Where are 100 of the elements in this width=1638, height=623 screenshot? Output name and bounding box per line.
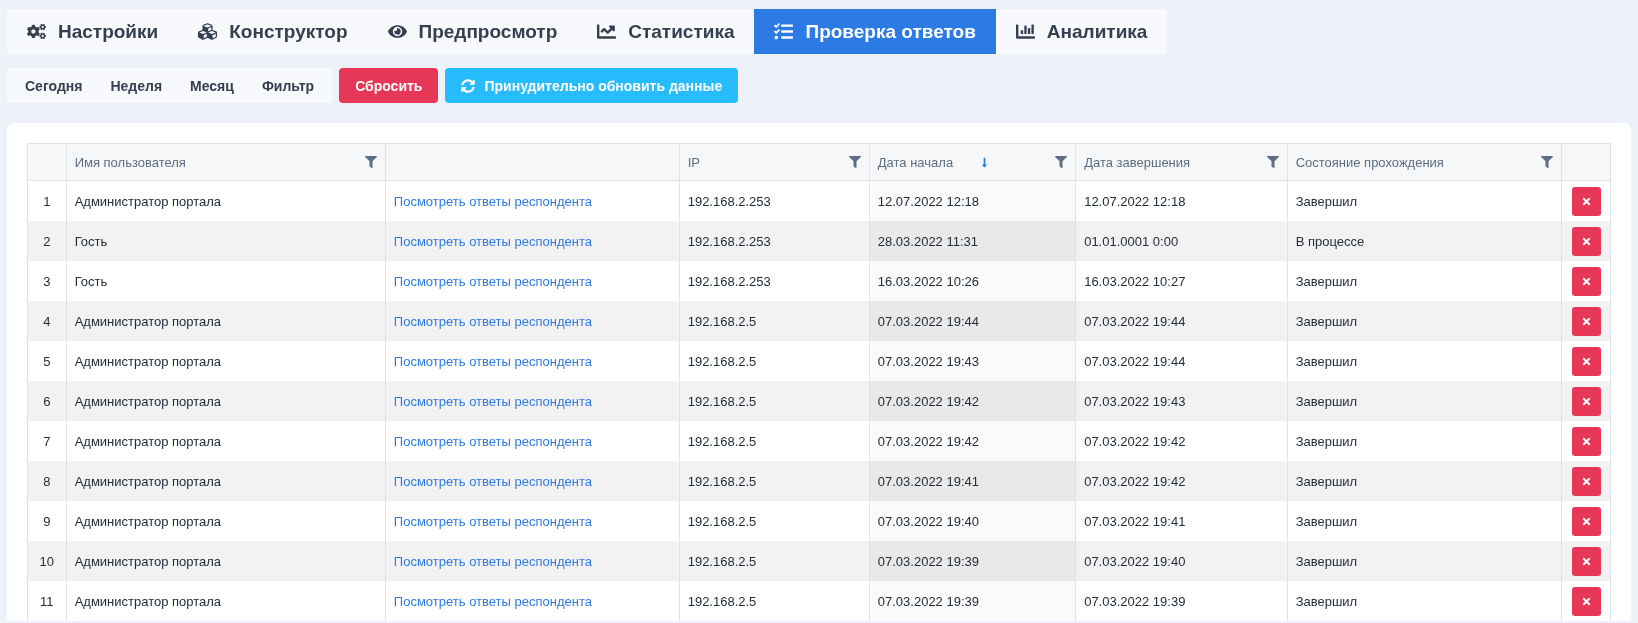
tab[interactable]: Конструктор <box>178 9 368 54</box>
view-answers-link[interactable]: Посмотреть ответы респондента <box>393 193 592 209</box>
table-cell: 07.03.2022 19:42 <box>1084 433 1186 449</box>
table-cell: 192.168.2.5 <box>687 433 757 449</box>
table-cell: 07.03.2022 19:40 <box>1084 553 1186 569</box>
period-filter-button[interactable]: Неделя <box>96 68 177 103</box>
row-number: 6 <box>43 393 51 409</box>
table-cell: 192.168.2.5 <box>687 353 757 369</box>
filter-icon[interactable] <box>1266 156 1279 168</box>
view-answers-link[interactable]: Посмотреть ответы респондента <box>393 513 592 529</box>
row-number: 2 <box>43 233 51 249</box>
column-title: Состояние прохождения <box>1295 154 1444 170</box>
filter-icon[interactable] <box>1541 156 1554 168</box>
table-cell: 192.168.2.253 <box>687 273 771 289</box>
table-cell: Гость <box>74 273 108 289</box>
table-cell: Администратор портала <box>74 553 222 569</box>
close-icon <box>1580 435 1592 447</box>
view-answers-link[interactable]: Посмотреть ответы респондента <box>393 433 592 449</box>
tab[interactable]: Предпросмотр <box>367 9 578 54</box>
table-cell: 12.07.2022 12:18 <box>1084 193 1186 209</box>
table-cell: Завершил <box>1295 473 1358 489</box>
row-number: 3 <box>43 273 51 289</box>
view-answers-link[interactable]: Посмотреть ответы респондента <box>393 233 592 249</box>
view-answers-link[interactable]: Посмотреть ответы респондента <box>393 393 592 409</box>
table-cell: 07.03.2022 19:41 <box>877 473 979 489</box>
delete-button[interactable] <box>1571 426 1601 456</box>
table-cell: 28.03.2022 11:31 <box>877 233 979 249</box>
view-answers-link[interactable]: Посмотреть ответы респондента <box>393 553 592 569</box>
period-filter-button[interactable]: Фильтр <box>247 68 329 103</box>
table-cell: 192.168.2.5 <box>687 393 757 409</box>
table-cell: Завершил <box>1295 513 1358 529</box>
delete-button[interactable] <box>1571 306 1601 336</box>
table-cell: Завершил <box>1295 273 1358 289</box>
view-answers-link[interactable]: Посмотреть ответы респондента <box>393 353 592 369</box>
column-header[interactable]: Дата завершения <box>1075 143 1288 181</box>
row-number: 10 <box>39 553 55 569</box>
close-icon <box>1580 395 1592 407</box>
tab[interactable]: Проверка ответов <box>754 9 996 54</box>
close-icon <box>1580 555 1592 567</box>
table-cell: 07.03.2022 19:42 <box>1084 473 1186 489</box>
column-title: Имя пользователя <box>74 154 186 170</box>
table-cell: 192.168.2.5 <box>687 473 757 489</box>
row-number: 1 <box>43 193 51 209</box>
delete-button[interactable] <box>1571 546 1601 576</box>
delete-button[interactable] <box>1571 386 1601 416</box>
table-cell: 192.168.2.253 <box>687 233 771 249</box>
close-icon <box>1580 275 1592 287</box>
view-answers-link[interactable]: Посмотреть ответы респондента <box>393 273 592 289</box>
delete-button[interactable] <box>1571 186 1601 216</box>
table-cell: Администратор портала <box>74 393 222 409</box>
table-cell: 07.03.2022 19:40 <box>877 513 979 529</box>
table-cell: 07.03.2022 19:42 <box>877 433 979 449</box>
view-answers-link[interactable]: Посмотреть ответы респондента <box>393 313 592 329</box>
period-filter-button[interactable]: Месяц <box>176 68 248 103</box>
close-icon <box>1580 595 1592 607</box>
eye-icon <box>387 22 407 41</box>
row-number: 8 <box>43 473 51 489</box>
tab[interactable]: Настройки <box>7 9 179 54</box>
table-cell: 07.03.2022 19:39 <box>1084 593 1186 609</box>
table-cell: 192.168.2.5 <box>687 553 757 569</box>
table-cell: Администратор портала <box>74 433 222 449</box>
filter-icon[interactable] <box>1055 156 1068 168</box>
table-cell: 192.168.2.5 <box>687 513 757 529</box>
filter-icon[interactable] <box>364 156 377 168</box>
table-cell: Завершил <box>1295 193 1358 209</box>
table-cell: 07.03.2022 19:43 <box>877 353 979 369</box>
column-title: Дата начала <box>877 154 954 170</box>
column-header[interactable]: IP <box>679 143 870 181</box>
table-cell: Администратор портала <box>74 353 222 369</box>
delete-button[interactable] <box>1571 266 1601 296</box>
delete-button[interactable] <box>1571 586 1601 616</box>
column-header[interactable]: Состояние прохождения <box>1287 143 1562 181</box>
table-cell: 192.168.2.253 <box>687 193 771 209</box>
table-cell: Администратор портала <box>74 313 222 329</box>
close-icon <box>1580 195 1592 207</box>
view-answers-link[interactable]: Посмотреть ответы респондента <box>393 473 592 489</box>
column-header[interactable]: Имя пользователя <box>66 143 386 181</box>
delete-button[interactable] <box>1571 226 1601 256</box>
table-cell: 07.03.2022 19:39 <box>877 553 979 569</box>
column-header[interactable]: Дата начала <box>869 143 1076 181</box>
table-cell: Администратор портала <box>74 593 222 609</box>
tab[interactable]: Статистика <box>577 9 755 54</box>
view-answers-link[interactable]: Посмотреть ответы респондента <box>393 593 592 609</box>
delete-button[interactable] <box>1571 346 1601 376</box>
table-cell: Завершил <box>1295 313 1358 329</box>
period-filter-button[interactable]: Сегодня <box>11 68 97 103</box>
reset-button[interactable]: Сбросить <box>339 68 439 103</box>
table-cell: 16.03.2022 10:27 <box>1084 273 1186 289</box>
filter-icon[interactable] <box>848 156 861 168</box>
tab[interactable]: Аналитика <box>995 9 1168 54</box>
table-cell: Завершил <box>1295 393 1358 409</box>
row-number: 11 <box>40 593 54 609</box>
delete-button[interactable] <box>1571 466 1601 496</box>
table-cell: Администратор портала <box>74 193 222 209</box>
cubes-icon <box>198 22 218 41</box>
delete-button[interactable] <box>1571 506 1601 536</box>
close-icon <box>1580 515 1592 527</box>
table-cell: Завершил <box>1295 433 1358 449</box>
bar-chart-icon <box>1015 22 1035 41</box>
table-cell: 192.168.2.5 <box>687 593 757 609</box>
